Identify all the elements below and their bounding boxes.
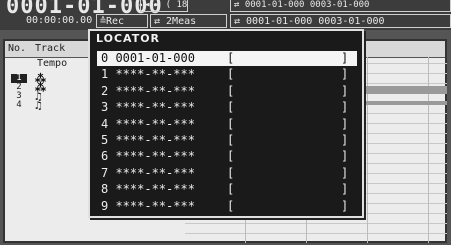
- locator-item[interactable]: 8 ****-**-*** []: [97, 182, 357, 197]
- locator-list: 0 0001-01-000[] 1 ****-**-***[] 2 ****-**-…: [97, 51, 357, 216]
- locator-item[interactable]: 2 ****-**-*** []: [97, 84, 357, 99]
- locator-name-bracket-open: [: [227, 133, 235, 147]
- locator-name-bracket-close: ]: [341, 51, 349, 65]
- loop-range-field[interactable]: ⇄ 0001-01-000 0003-01-000: [230, 14, 451, 28]
- locator-name-bracket-close: ]: [341, 149, 349, 164]
- tempo-track-label[interactable]: Tempo: [37, 58, 67, 69]
- lcd-screen: 0001-01-000 00:00:00.00 ◄ ► ( 189) ⇄ 000…: [0, 0, 451, 245]
- locator-name-bracket-close: ]: [341, 182, 349, 197]
- locator-position: 2 ****-**-***: [101, 83, 195, 98]
- dialog-title: LOCATOR: [96, 32, 161, 45]
- rec-mode-button[interactable]: ≙Rec: [96, 14, 148, 28]
- locator-name-bracket-open: [: [227, 182, 235, 197]
- locator-name-bracket-open: [: [227, 100, 235, 115]
- meas-setting-button[interactable]: ⇄ 2Meas: [150, 14, 227, 28]
- locator-name-bracket-open: [: [227, 83, 235, 98]
- locator-name-bracket-open: [: [227, 149, 235, 164]
- locator-position: 5 ****-**-***: [101, 133, 195, 147]
- locator-item[interactable]: 4 ****-**-*** []: [97, 117, 357, 132]
- track-number[interactable]: 4: [11, 101, 27, 110]
- locator-item[interactable]: 1 ****-**-*** []: [97, 67, 357, 82]
- locator-name-bracket-open: [: [227, 51, 235, 65]
- locator-name-bracket-close: ]: [341, 116, 349, 131]
- locator-position: 6 ****-**-***: [101, 149, 195, 164]
- locator-position: 0 0001-01-000: [101, 51, 195, 65]
- locator-name-bracket-close: ]: [341, 83, 349, 98]
- transport-field[interactable]: ◄ ► ( 189): [140, 0, 188, 12]
- locator-item[interactable]: 0 0001-01-000 []: [97, 51, 357, 66]
- time-position-display: 00:00:00.00: [26, 15, 93, 26]
- locator-name-bracket-close: ]: [341, 165, 349, 180]
- locator-item[interactable]: 5 ****-**-*** []: [97, 133, 357, 148]
- locator-item[interactable]: 7 ****-**-*** []: [97, 166, 357, 181]
- locator-position: 4 ****-**-***: [101, 116, 195, 131]
- locator-position: 1 ****-**-***: [101, 67, 195, 82]
- locator-item[interactable]: 3 ****-**-*** []: [97, 100, 357, 115]
- status-bar: 0001-01-000 00:00:00.00 ◄ ► ( 189) ⇄ 000…: [0, 0, 451, 30]
- loop-range-top: ⇄ 0001-01-000 0003-01-000: [230, 0, 451, 12]
- column-header-track: Track: [35, 43, 66, 54]
- locator-position: 7 ****-**-***: [101, 165, 195, 180]
- locator-name-bracket-open: [: [227, 67, 235, 82]
- locator-item[interactable]: 6 ****-**-*** []: [97, 149, 357, 164]
- locator-position: 3 ****-**-***: [101, 100, 195, 115]
- locator-position: 8 ****-**-***: [101, 182, 195, 197]
- locator-item[interactable]: 9 ****-**-*** []: [97, 199, 357, 214]
- locator-name-bracket-close: ]: [341, 67, 349, 82]
- locator-name-bracket-open: [: [227, 116, 235, 131]
- music-note-icon: ♫: [35, 99, 42, 112]
- locator-position: 9 ****-**-***: [101, 198, 195, 213]
- locator-dialog: LOCATOR 0 0001-01-000[] 1 ****-**-***[] 2 …: [88, 29, 364, 218]
- locator-name-bracket-open: [: [227, 165, 235, 180]
- locator-name-bracket-open: [: [227, 198, 235, 213]
- column-header-no: No.: [8, 43, 27, 54]
- locator-name-bracket-close: ]: [341, 133, 349, 147]
- locator-name-bracket-close: ]: [341, 100, 349, 115]
- locator-name-bracket-close: ]: [341, 198, 349, 213]
